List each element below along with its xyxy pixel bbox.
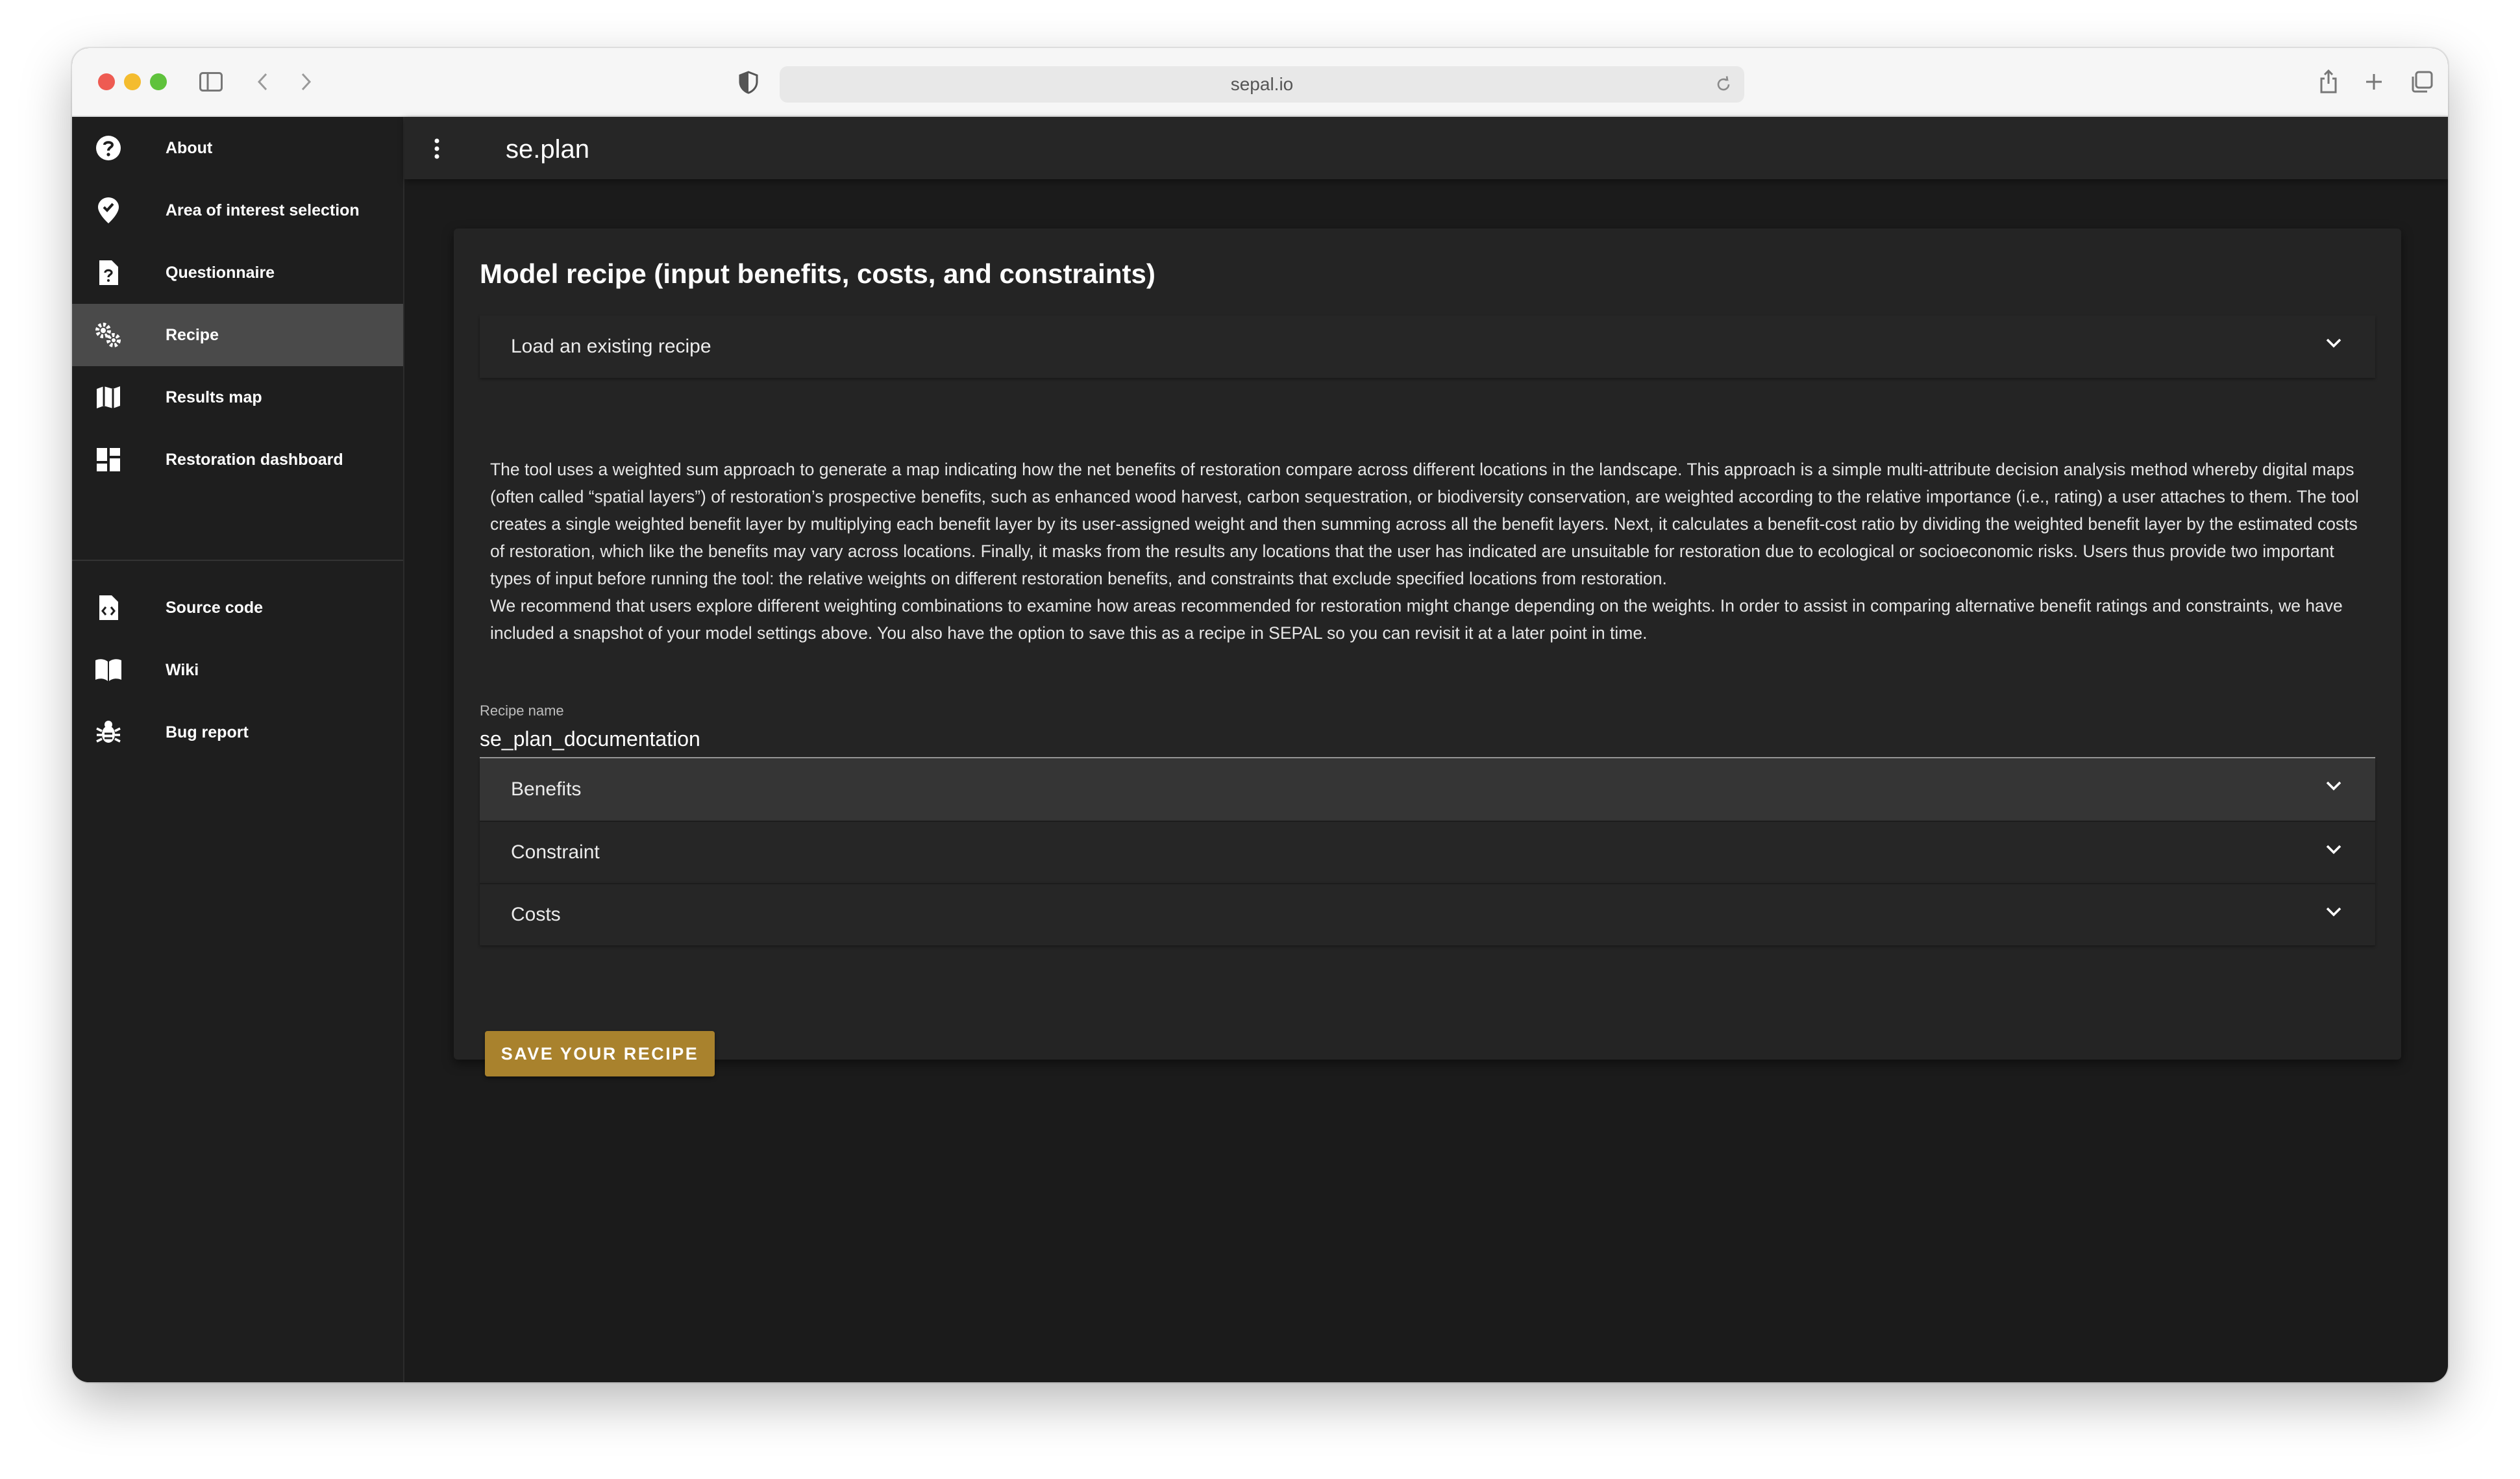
save-recipe-button[interactable]: SAVE YOUR RECIPE — [485, 1031, 715, 1076]
sidebar-item-recipe[interactable]: Recipe — [72, 304, 403, 366]
browser-window: sepal.io About Area of interest selectio… — [72, 48, 2448, 1382]
map-icon — [94, 383, 123, 412]
panel-title: Load an existing recipe — [511, 336, 711, 357]
help-circle-icon — [94, 134, 123, 162]
back-arrow-icon[interactable] — [253, 70, 272, 93]
sidebar-item-label: Restoration dashboard — [166, 450, 343, 469]
reload-icon[interactable] — [1714, 75, 1733, 98]
new-tab-icon[interactable] — [2362, 70, 2386, 93]
sidebar-item-label: Results map — [166, 388, 262, 406]
recipe-description: The tool uses a weighted sum approach to… — [490, 456, 2366, 647]
sidebar-item-label: Area of interest selection — [166, 201, 360, 219]
recipe-name-input[interactable] — [480, 721, 2375, 758]
load-recipe-panel[interactable]: Load an existing recipe — [480, 316, 2375, 378]
constraint-panel[interactable]: Constraint — [480, 821, 2375, 883]
chevron-down-icon — [2325, 779, 2343, 795]
menu-dots-icon[interactable] — [430, 136, 443, 162]
sidebar-item-results-map[interactable]: Results map — [72, 366, 403, 429]
map-marker-check-icon — [94, 196, 123, 225]
book-open-icon — [94, 656, 123, 684]
cogs-icon — [94, 321, 123, 349]
sidebar-item-label: About — [166, 138, 213, 157]
chevron-down-icon — [2325, 905, 2343, 921]
address-bar[interactable]: sepal.io — [780, 66, 1744, 103]
panel-title: Benefits — [511, 778, 582, 800]
description-paragraph: The tool uses a weighted sum approach to… — [490, 460, 2359, 588]
recipe-name-label: Recipe name — [480, 702, 564, 719]
close-window-button[interactable] — [98, 73, 115, 90]
chevron-down-icon — [2325, 843, 2343, 859]
recipe-card: Model recipe (input benefits, costs, and… — [454, 229, 2401, 1076]
forward-arrow-icon[interactable] — [297, 70, 316, 93]
sidebar-toggle-icon[interactable] — [198, 70, 224, 93]
sidebar-item-label: Source code — [166, 598, 264, 617]
app-bar: se.plan — [404, 117, 2448, 179]
sidebar-item-label: Wiki — [166, 660, 199, 679]
chevron-down-icon — [2325, 336, 2343, 353]
share-icon[interactable] — [2316, 66, 2341, 96]
file-code-icon — [94, 593, 123, 622]
sidebar-item-bug-report[interactable]: Bug report — [72, 701, 403, 764]
benefits-panel[interactable]: Benefits — [480, 758, 2375, 821]
shield-icon[interactable] — [737, 70, 760, 95]
dashboard-icon — [94, 445, 123, 474]
sidebar-item-source-code[interactable]: Source code — [72, 577, 403, 639]
zoom-window-button[interactable] — [150, 73, 167, 90]
page-title: Model recipe (input benefits, costs, and… — [480, 258, 1155, 289]
sidebar-item-questionnaire[interactable]: Questionnaire — [72, 242, 403, 304]
sidebar-item-area-of-interest[interactable]: Area of interest selection — [72, 179, 403, 242]
sidebar-nav: About Area of interest selection Questio… — [72, 117, 404, 1382]
sidebar-item-label: Questionnaire — [166, 263, 275, 282]
browser-toolbar: sepal.io — [72, 48, 2448, 117]
file-question-icon — [94, 258, 123, 287]
panel-title: Costs — [511, 904, 561, 925]
sidebar-item-label: Recipe — [166, 325, 219, 344]
minimize-window-button[interactable] — [124, 73, 141, 90]
tab-overview-icon[interactable] — [2409, 69, 2435, 95]
sidebar-item-restoration-dashboard[interactable]: Restoration dashboard — [72, 429, 403, 491]
description-paragraph: We recommend that users explore differen… — [490, 596, 2343, 643]
costs-panel[interactable]: Costs — [480, 883, 2375, 945]
sidebar-item-wiki[interactable]: Wiki — [72, 639, 403, 701]
panel-title: Constraint — [511, 841, 600, 863]
app-title: se.plan — [506, 135, 589, 164]
bug-icon — [94, 718, 123, 747]
sidebar-item-label: Bug report — [166, 723, 249, 741]
url-text: sepal.io — [1230, 74, 1294, 94]
sidebar-divider — [72, 560, 403, 561]
sidebar-item-about[interactable]: About — [72, 117, 403, 179]
